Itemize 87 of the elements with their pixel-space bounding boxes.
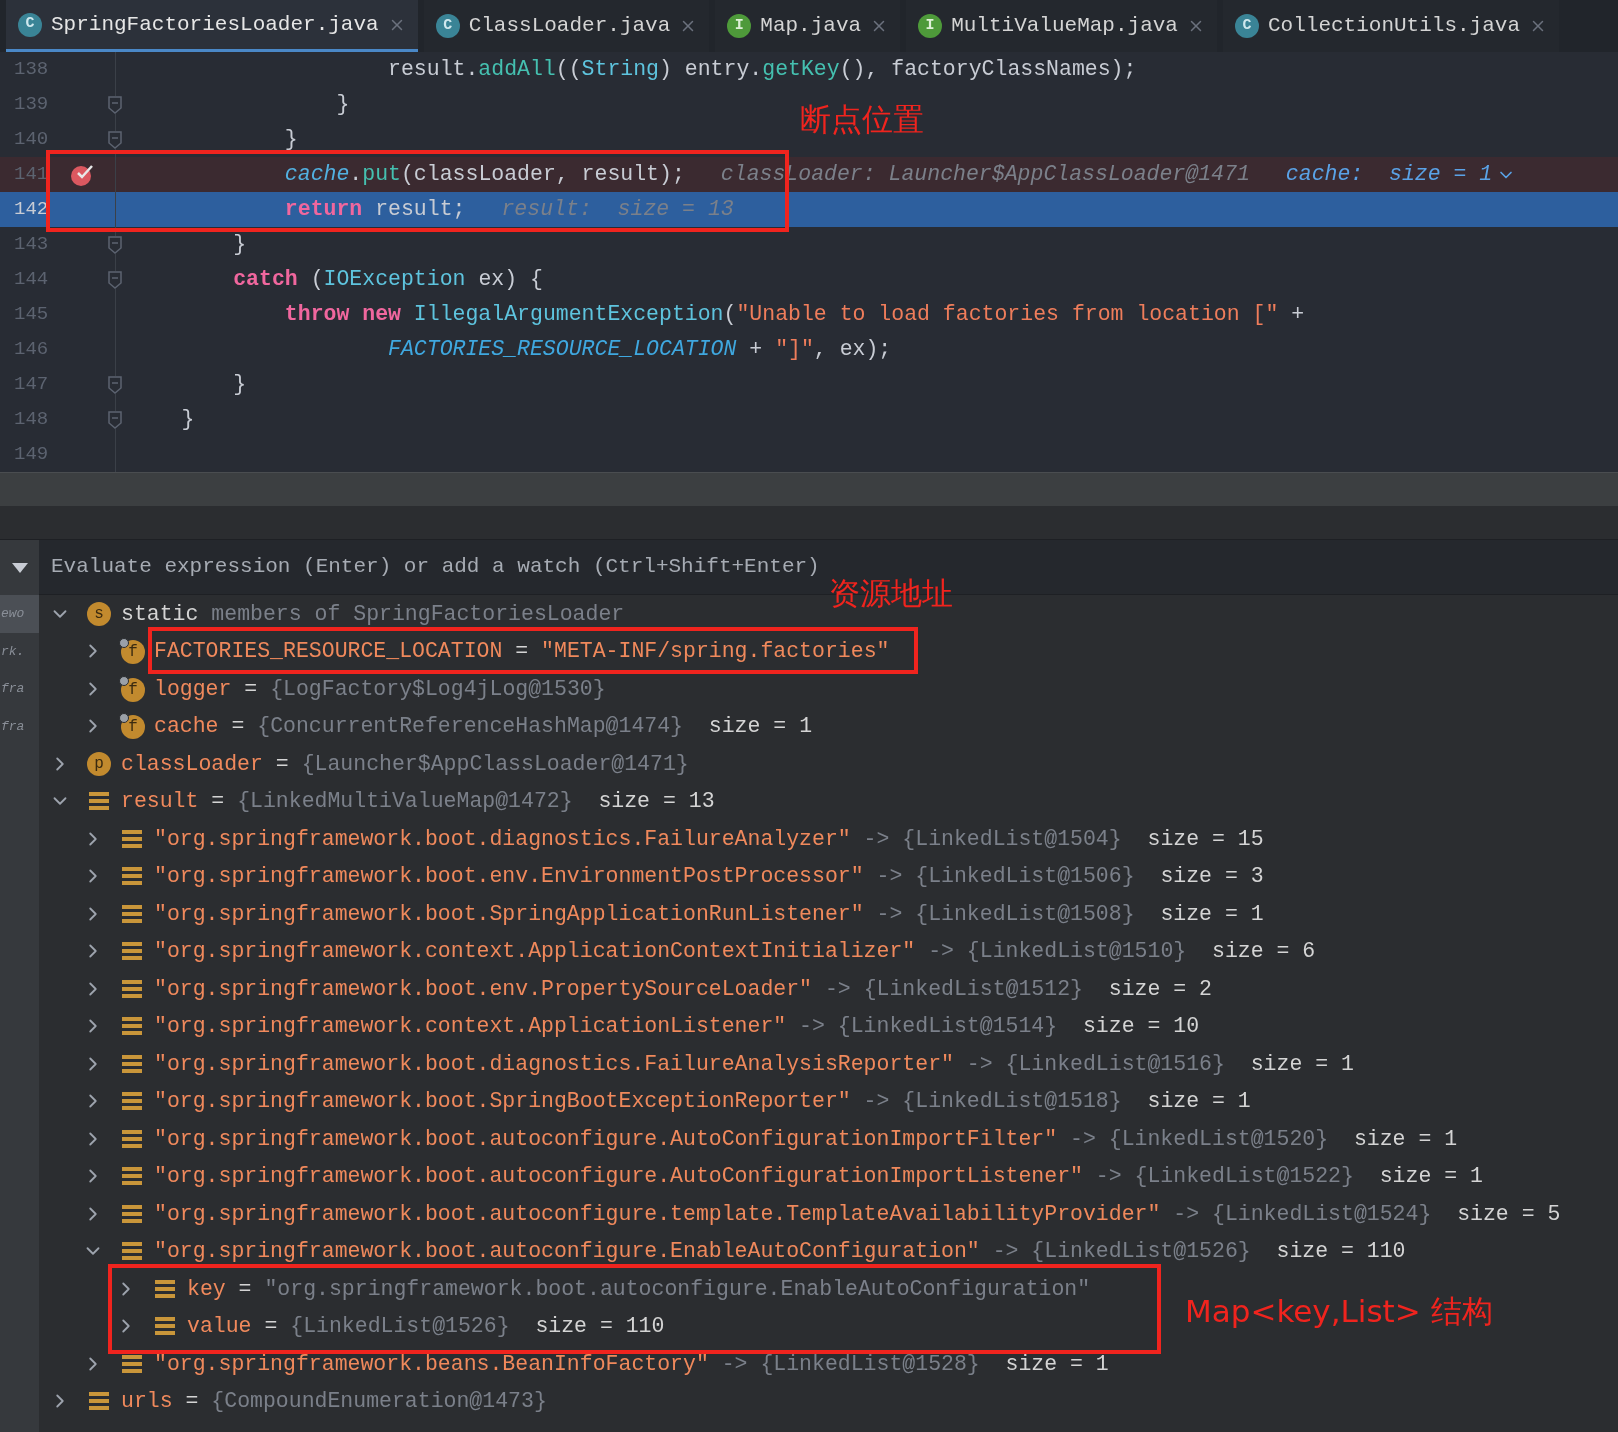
code-text: } (335, 91, 350, 119)
variable-entry[interactable]: "org.springframework.boot.autoconfigure.EnableAutoConfiguration" -> {LinkedList@1526} size = 110 (154, 1235, 1406, 1268)
variable-entry[interactable]: "org.springframework.boot.SpringApplicationRunListener" -> {LinkedList@1508} size = 1 (154, 897, 1264, 930)
variable-entry[interactable]: "org.springframework.boot.autoconfigure.AutoConfigurationImportFilter" -> {LinkedList@1520} size = 1 (154, 1122, 1458, 1155)
line-number: 143 (14, 232, 49, 258)
list-icon (121, 828, 143, 849)
variable-entry[interactable]: "org.springframework.boot.SpringBootExceptionReporter" -> {LinkedList@1518} size = 1 (154, 1085, 1251, 1118)
variable-entry[interactable]: "org.springframework.boot.diagnostics.FailureAnalyzer" -> {LinkedList@1504} size = 15 (154, 822, 1264, 855)
variable-entry[interactable]: "org.springframework.boot.env.EnvironmentPostProcessor" -> {LinkedList@1506} size = 3 (154, 860, 1264, 893)
list-icon (154, 1316, 176, 1337)
fold-marker-icon[interactable] (108, 130, 122, 149)
fold-marker-icon[interactable] (108, 375, 122, 394)
line-number: 138 (14, 57, 49, 83)
list-icon (121, 978, 143, 999)
list-icon (154, 1278, 176, 1299)
fold-marker-icon[interactable] (108, 95, 122, 114)
stack-frame-item[interactable]: rk. (0, 632, 39, 670)
inline-value-hint: result: size = 13 (501, 196, 734, 224)
dropdown-triangle-icon[interactable] (11, 562, 28, 573)
list-icon (121, 1091, 143, 1112)
list-icon (121, 1016, 143, 1037)
code-text: } (180, 406, 195, 434)
list-icon (121, 1053, 143, 1074)
variable-entry[interactable]: "org.springframework.boot.env.PropertySourceLoader" -> {LinkedList@1512} size = 2 (154, 972, 1212, 1005)
list-icon (121, 866, 143, 887)
annotation-label: 断点位置 (800, 100, 924, 139)
list-icon (121, 1353, 143, 1374)
fold-marker-icon[interactable] (108, 410, 122, 429)
variable-entry[interactable]: urls = {CompoundEnumeration@1473} (121, 1385, 547, 1418)
variable-entry[interactable]: "org.springframework.boot.diagnostics.FailureAnalysisReporter" -> {LinkedList@1516} size = 1 (154, 1047, 1354, 1080)
fold-marker-icon[interactable] (108, 270, 122, 289)
variable-entry[interactable]: "org.springframework.boot.autoconfigure.template.TemplateAvailabilityProvider" -> {LinkedList@1524} size = 5 (154, 1197, 1561, 1230)
file-type-icon: I (918, 14, 943, 38)
line-number: 149 (14, 442, 49, 468)
variable-entry[interactable]: classLoader = {Launcher$AppClassLoader@1471} (121, 747, 689, 780)
annotation-label: Map<key,List> 结构 (1185, 1292, 1493, 1331)
code-text: } (232, 231, 247, 259)
line-number: 144 (14, 267, 49, 293)
line-number: 139 (14, 92, 49, 118)
list-icon (121, 1241, 143, 1262)
field-icon: f (119, 638, 145, 665)
fold-marker-icon[interactable] (108, 235, 122, 254)
list-icon (88, 1391, 110, 1412)
file-type-icon: C (435, 14, 460, 38)
variable-entry[interactable]: "org.springframework.context.ApplicationListener" -> {LinkedList@1514} size = 10 (154, 1010, 1200, 1043)
file-type-icon: C (18, 12, 42, 37)
field-icon: f (119, 713, 145, 740)
list-icon (121, 903, 143, 924)
variable-entry[interactable]: key = "org.springframework.boot.autoconfigure.EnableAutoConfiguration" (187, 1272, 1091, 1305)
line-number: 140 (14, 127, 49, 153)
variable-entry[interactable]: value = {LinkedList@1526} size = 110 (187, 1310, 665, 1343)
variable-entry[interactable]: "org.springframework.boot.autoconfigure.AutoConfigurationImportListener" -> {LinkedList@1522} size = 1 (154, 1160, 1483, 1193)
stack-frame-item[interactable]: fra (0, 707, 39, 745)
code-text: FACTORIES_RESOURCE_LOCATION + "]", ex); (387, 336, 892, 364)
list-icon (121, 1203, 143, 1224)
line-number: 141 (14, 162, 49, 188)
line-number: 145 (14, 302, 49, 328)
file-type-icon: C (1234, 14, 1259, 38)
variable-entry[interactable]: cache = {ConcurrentReferenceHashMap@1474} size = 1 (154, 710, 813, 743)
code-text: catch (IOException ex) { (232, 266, 543, 294)
code-text: } (283, 126, 298, 154)
list-icon (121, 1166, 143, 1187)
code-text: result.addAll((String) entry.getKey(), factoryClassNames); (387, 56, 1137, 84)
inline-value-hint: cache: size = 1 (1285, 161, 1493, 189)
variable-entry[interactable]: result = {LinkedMultiValueMap@1472} size = 13 (121, 785, 715, 818)
line-number: 142 (14, 197, 49, 223)
variable-entry[interactable]: logger = {LogFactory$Log4jLog@1530} (154, 672, 606, 705)
variable-entry[interactable]: FACTORIES_RESOURCE_LOCATION = "META-INF/spring.factories" (154, 635, 890, 668)
list-icon (88, 791, 110, 812)
code-text: } (232, 371, 247, 399)
code-text: throw new IllegalArgumentException("Unable to load factories from location [" + (283, 301, 1305, 329)
variable-entry[interactable]: "org.springframework.context.ApplicationContextInitializer" -> {LinkedList@1510} size = 6 (154, 935, 1316, 968)
line-number: 148 (14, 407, 49, 433)
list-icon (121, 941, 143, 962)
variable-entry[interactable]: "org.springframework.beans.BeanInfoFactory" -> {LinkedList@1528} size = 1 (154, 1347, 1109, 1380)
list-icon (121, 1128, 143, 1149)
code-text: cache.put(classLoader, result); (283, 161, 685, 189)
parameter-icon: p (87, 751, 111, 776)
line-number: 146 (14, 337, 49, 363)
field-icon: f (119, 675, 145, 702)
editor-tab[interactable]: C SpringFactoriesLoader.java (6, 0, 418, 52)
stack-frame-item[interactable]: fra (0, 670, 39, 708)
line-number: 147 (14, 372, 49, 398)
static-icon: s (87, 601, 111, 626)
variable-entry[interactable]: static members of SpringFactoriesLoader (121, 597, 625, 630)
code-text: return result; (283, 196, 466, 224)
file-type-icon: I (727, 14, 752, 38)
